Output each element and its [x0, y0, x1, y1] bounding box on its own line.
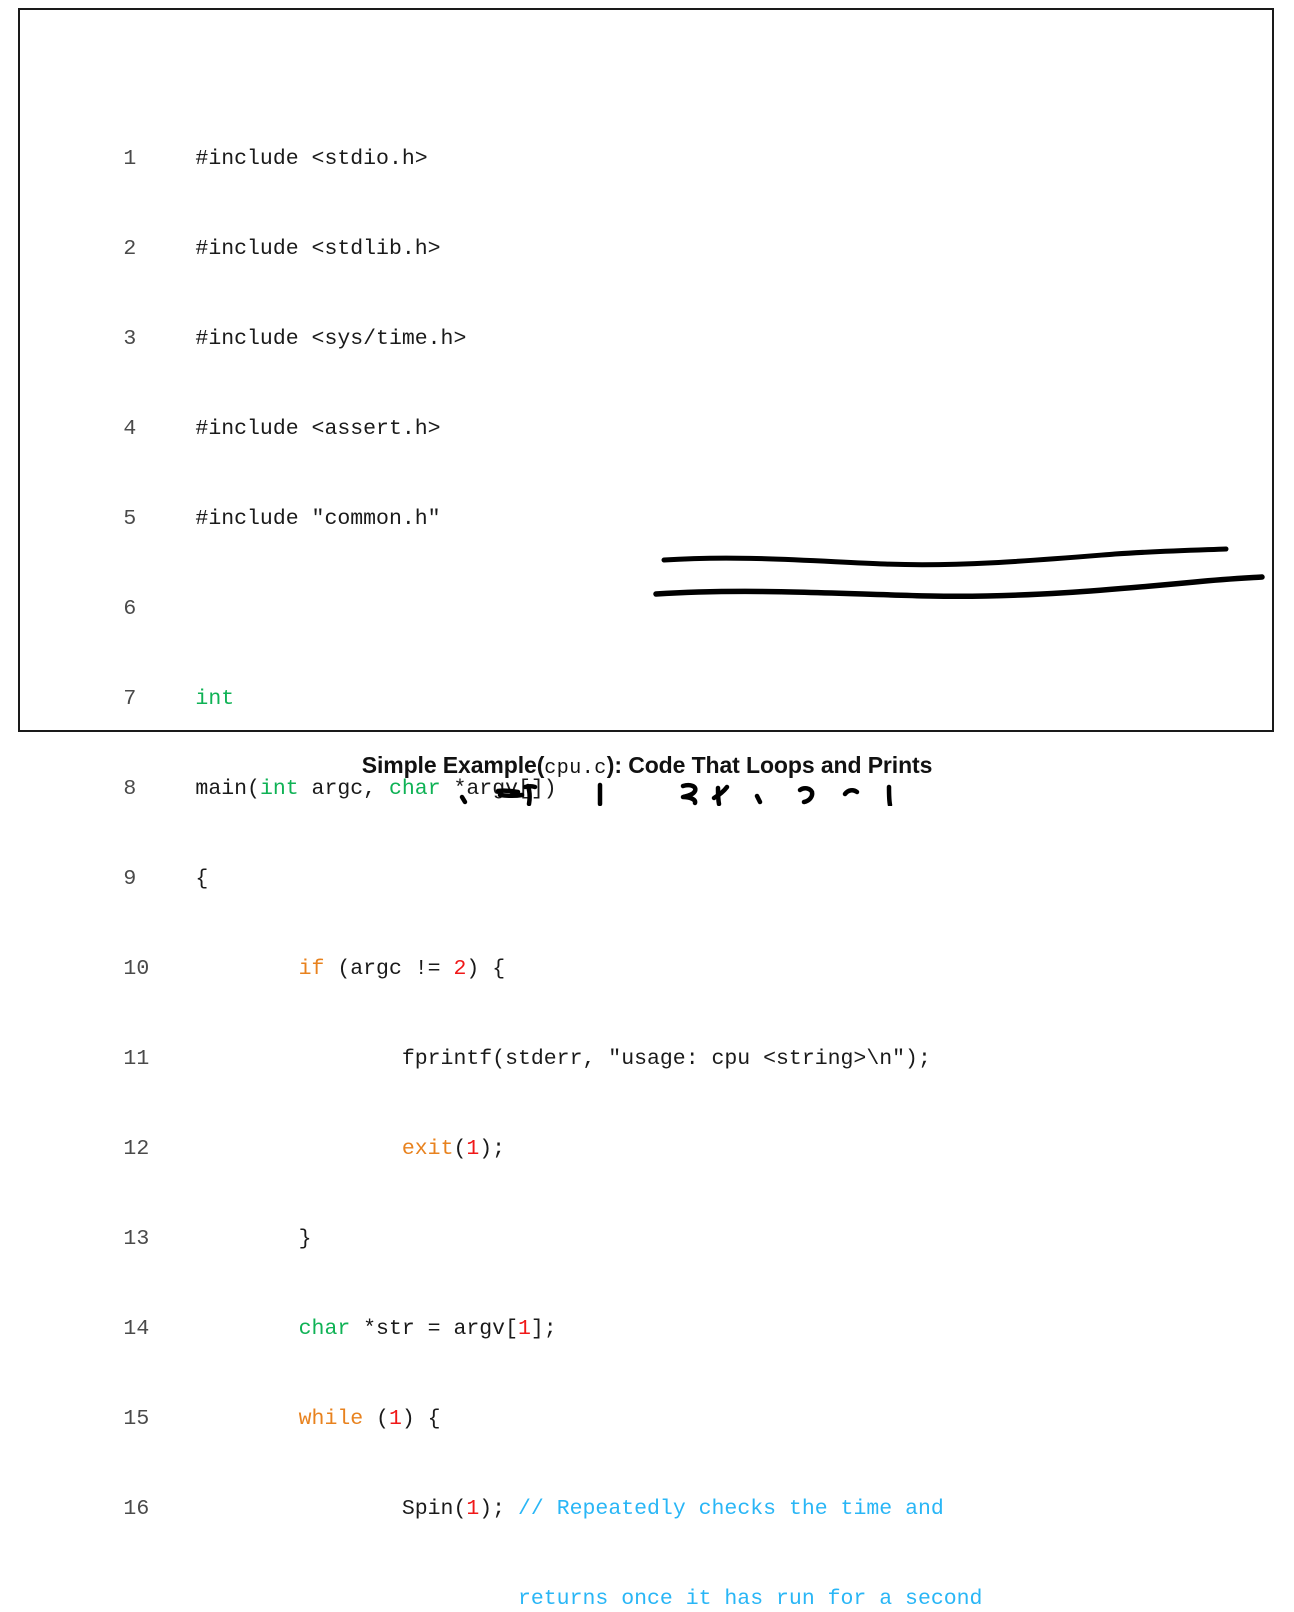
line-code: if (argc != 2) { [195, 954, 505, 984]
line-number: 15 [123, 1407, 150, 1431]
code-listing-figure: 1 #include <stdio.h> 2 #include <stdlib.h>… [18, 8, 1274, 1611]
line-number: 13 [123, 1227, 150, 1251]
code-line: 10 if (argc != 2) { [20, 924, 1272, 981]
code-token: 1 [388, 1407, 402, 1431]
line-code: #include "common.h" [195, 504, 440, 534]
line-number: 9 [123, 867, 137, 891]
code-token: int [195, 687, 235, 711]
caption-suffix: ): Code That Loops and Prints [606, 752, 933, 778]
code-token: main( [195, 777, 260, 801]
code-line: 1 #include <stdio.h> [20, 114, 1272, 171]
line-code: #include <stdio.h> [195, 144, 427, 174]
line-code: #include <assert.h> [195, 414, 440, 444]
code-token: char [388, 777, 441, 801]
code-line: 11 fprintf(stderr, "usage: cpu <string>\… [20, 1014, 1272, 1071]
line-number: 5 [123, 507, 137, 531]
code-token: ( [363, 1407, 389, 1431]
line-number: 3 [123, 327, 137, 351]
code-listing[interactable]: 1 #include <stdio.h> 2 #include <stdlib.h>… [20, 24, 1272, 1612]
line-code: Spin(1); // Repeatedly checks the time a… [195, 1494, 944, 1524]
code-line: 13 } [20, 1194, 1272, 1251]
line-number: 2 [123, 237, 137, 261]
code-token: returns once it has run for a second [195, 1587, 983, 1611]
code-line: 3 #include <sys/time.h> [20, 294, 1272, 351]
line-code: returns once it has run for a second [195, 1584, 982, 1612]
code-token: 1 [466, 1137, 480, 1161]
code-token: #include <sys/time.h> [195, 327, 467, 351]
code-token: ( [453, 1137, 467, 1161]
code-token: fprintf(stderr, "usage: cpu <string>\n")… [195, 1047, 931, 1071]
line-number: 4 [123, 417, 137, 441]
code-token: #include <assert.h> [195, 417, 441, 441]
code-token: int [259, 777, 299, 801]
code-line: 7 int [20, 654, 1272, 711]
figure-caption: Simple Example(cpu.c): Code That Loops a… [0, 752, 1294, 780]
code-line: 16 Spin(1); // Repeatedly checks the tim… [20, 1464, 1272, 1521]
code-token: #include <stdlib.h> [195, 237, 441, 261]
code-token: ) { [401, 1407, 441, 1431]
code-token: 1 [466, 1497, 480, 1521]
line-code: char *str = argv[1]; [195, 1314, 557, 1344]
code-token: (argc != [324, 957, 454, 981]
code-token: 2 [453, 957, 467, 981]
code-token: argc, [298, 777, 389, 801]
code-token: ) { [466, 957, 506, 981]
caption-filename: cpu.c [544, 757, 607, 780]
code-token: ); [479, 1497, 518, 1521]
code-token: #include <stdio.h> [195, 147, 428, 171]
line-number: 1 [123, 147, 137, 171]
code-token: Spin( [195, 1497, 467, 1521]
line-code: while (1) { [195, 1404, 441, 1434]
code-line: 12 exit(1); [20, 1104, 1272, 1161]
line-number: 14 [123, 1317, 150, 1341]
code-token: { [195, 867, 209, 891]
line-number: 10 [123, 957, 150, 981]
line-number: 6 [123, 597, 137, 621]
code-token: *str = argv[ [350, 1317, 518, 1341]
code-token: if [298, 957, 325, 981]
line-code: #include <stdlib.h> [195, 234, 440, 264]
line-number: 11 [123, 1047, 150, 1071]
line-code: } [195, 1224, 312, 1254]
line-code: exit(1); [195, 1134, 505, 1164]
code-line: 6 [20, 564, 1272, 621]
line-number: 12 [123, 1137, 150, 1161]
code-line: 2 #include <stdlib.h> [20, 204, 1272, 261]
code-token: 1 [517, 1317, 531, 1341]
code-line: 14 char *str = argv[1]; [20, 1284, 1272, 1341]
code-token: ); [479, 1137, 506, 1161]
code-line: 9{ [20, 834, 1272, 891]
code-token: #include "common.h" [195, 507, 441, 531]
line-number: 16 [123, 1497, 150, 1521]
code-token: while [298, 1407, 364, 1431]
line-code: { [195, 864, 208, 894]
line-number: 7 [123, 687, 137, 711]
code-token: *argv[]) [440, 777, 557, 801]
code-token: } [195, 1227, 312, 1251]
caption-prefix: Simple Example( [361, 752, 545, 778]
code-line-comment-continuation: returns once it has run for a second [20, 1554, 1272, 1611]
code-token: ]; [530, 1317, 557, 1341]
code-token: // Repeatedly checks the time and [518, 1497, 944, 1521]
code-token: char [298, 1317, 351, 1341]
line-code: int [195, 684, 234, 714]
code-line: 15 while (1) { [20, 1374, 1272, 1431]
code-line: 4 #include <assert.h> [20, 384, 1272, 441]
code-token: exit [401, 1137, 454, 1161]
line-code: #include <sys/time.h> [195, 324, 466, 354]
code-line: 5 #include "common.h" [20, 474, 1272, 531]
line-code: fprintf(stderr, "usage: cpu <string>\n")… [195, 1044, 931, 1074]
